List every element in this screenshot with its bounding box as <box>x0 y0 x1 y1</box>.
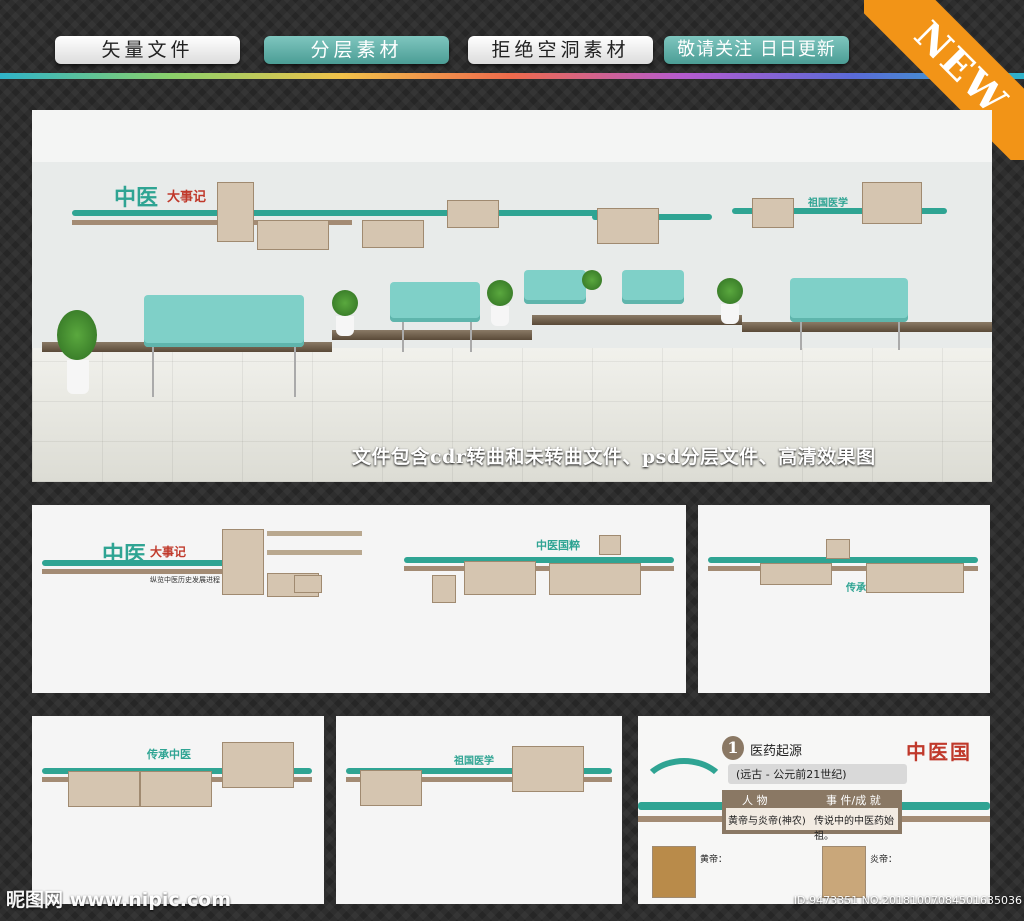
plant <box>717 278 743 304</box>
tag-no-hollow: 拒绝空洞素材 <box>468 36 653 64</box>
design-panel-5: 祖国医学 <box>336 716 622 904</box>
bench <box>790 278 908 322</box>
plant <box>57 310 97 360</box>
zhongyiguo-title: 中医国 <box>906 740 972 764</box>
image-id: ID:9473351 NO:20181007084501635036 <box>793 894 1022 907</box>
detail-title: 医药起源 <box>750 744 803 759</box>
plant <box>487 280 513 306</box>
plant <box>582 270 602 290</box>
detail-panel: 1 医药起源 (远古 - 公元前21世纪) 人 物 事 件/成 就 黄帝与炎帝(… <box>638 716 990 904</box>
detail-table: 人 物 事 件/成 就 黄帝与炎帝(神农) 传说中的中医药始祖。 <box>722 790 902 842</box>
bench <box>390 282 480 322</box>
bench <box>622 270 684 304</box>
design-panel-2: 中医国粹 <box>394 505 686 693</box>
zuguo-yixue-label: 祖国医学 <box>808 198 848 209</box>
plant <box>332 290 358 316</box>
bench <box>524 270 586 304</box>
design-panel-4: 传承中医 <box>32 716 324 904</box>
tag-follow-update: 敬请关注 日日更新 <box>664 36 849 64</box>
watermark: 昵图网 www.nipic.com <box>6 889 232 911</box>
number-circle: 1 <box>722 736 744 760</box>
dashiji-title: 大事记 <box>167 190 207 205</box>
design-panel-3: 传承中医 <box>698 505 990 693</box>
tag-layered-material: 分层素材 <box>264 36 449 64</box>
zhongyi-title: 中医 <box>114 185 159 211</box>
main-render: 中医 大事记 祖国医学 <box>32 110 992 482</box>
detail-period: (远古 - 公元前21世纪) <box>728 764 907 784</box>
portrait-huangdi <box>652 846 696 898</box>
render-caption: 文件包含cdr转曲和未转曲文件、psd分层文件、高清效果图 <box>352 446 876 468</box>
portrait-yandi <box>822 846 866 898</box>
design-panel-1: 中医 大事记 纵览中医历史发展进程 <box>32 505 394 693</box>
bench <box>144 295 304 347</box>
tag-vector-file: 矢量文件 <box>55 36 240 64</box>
